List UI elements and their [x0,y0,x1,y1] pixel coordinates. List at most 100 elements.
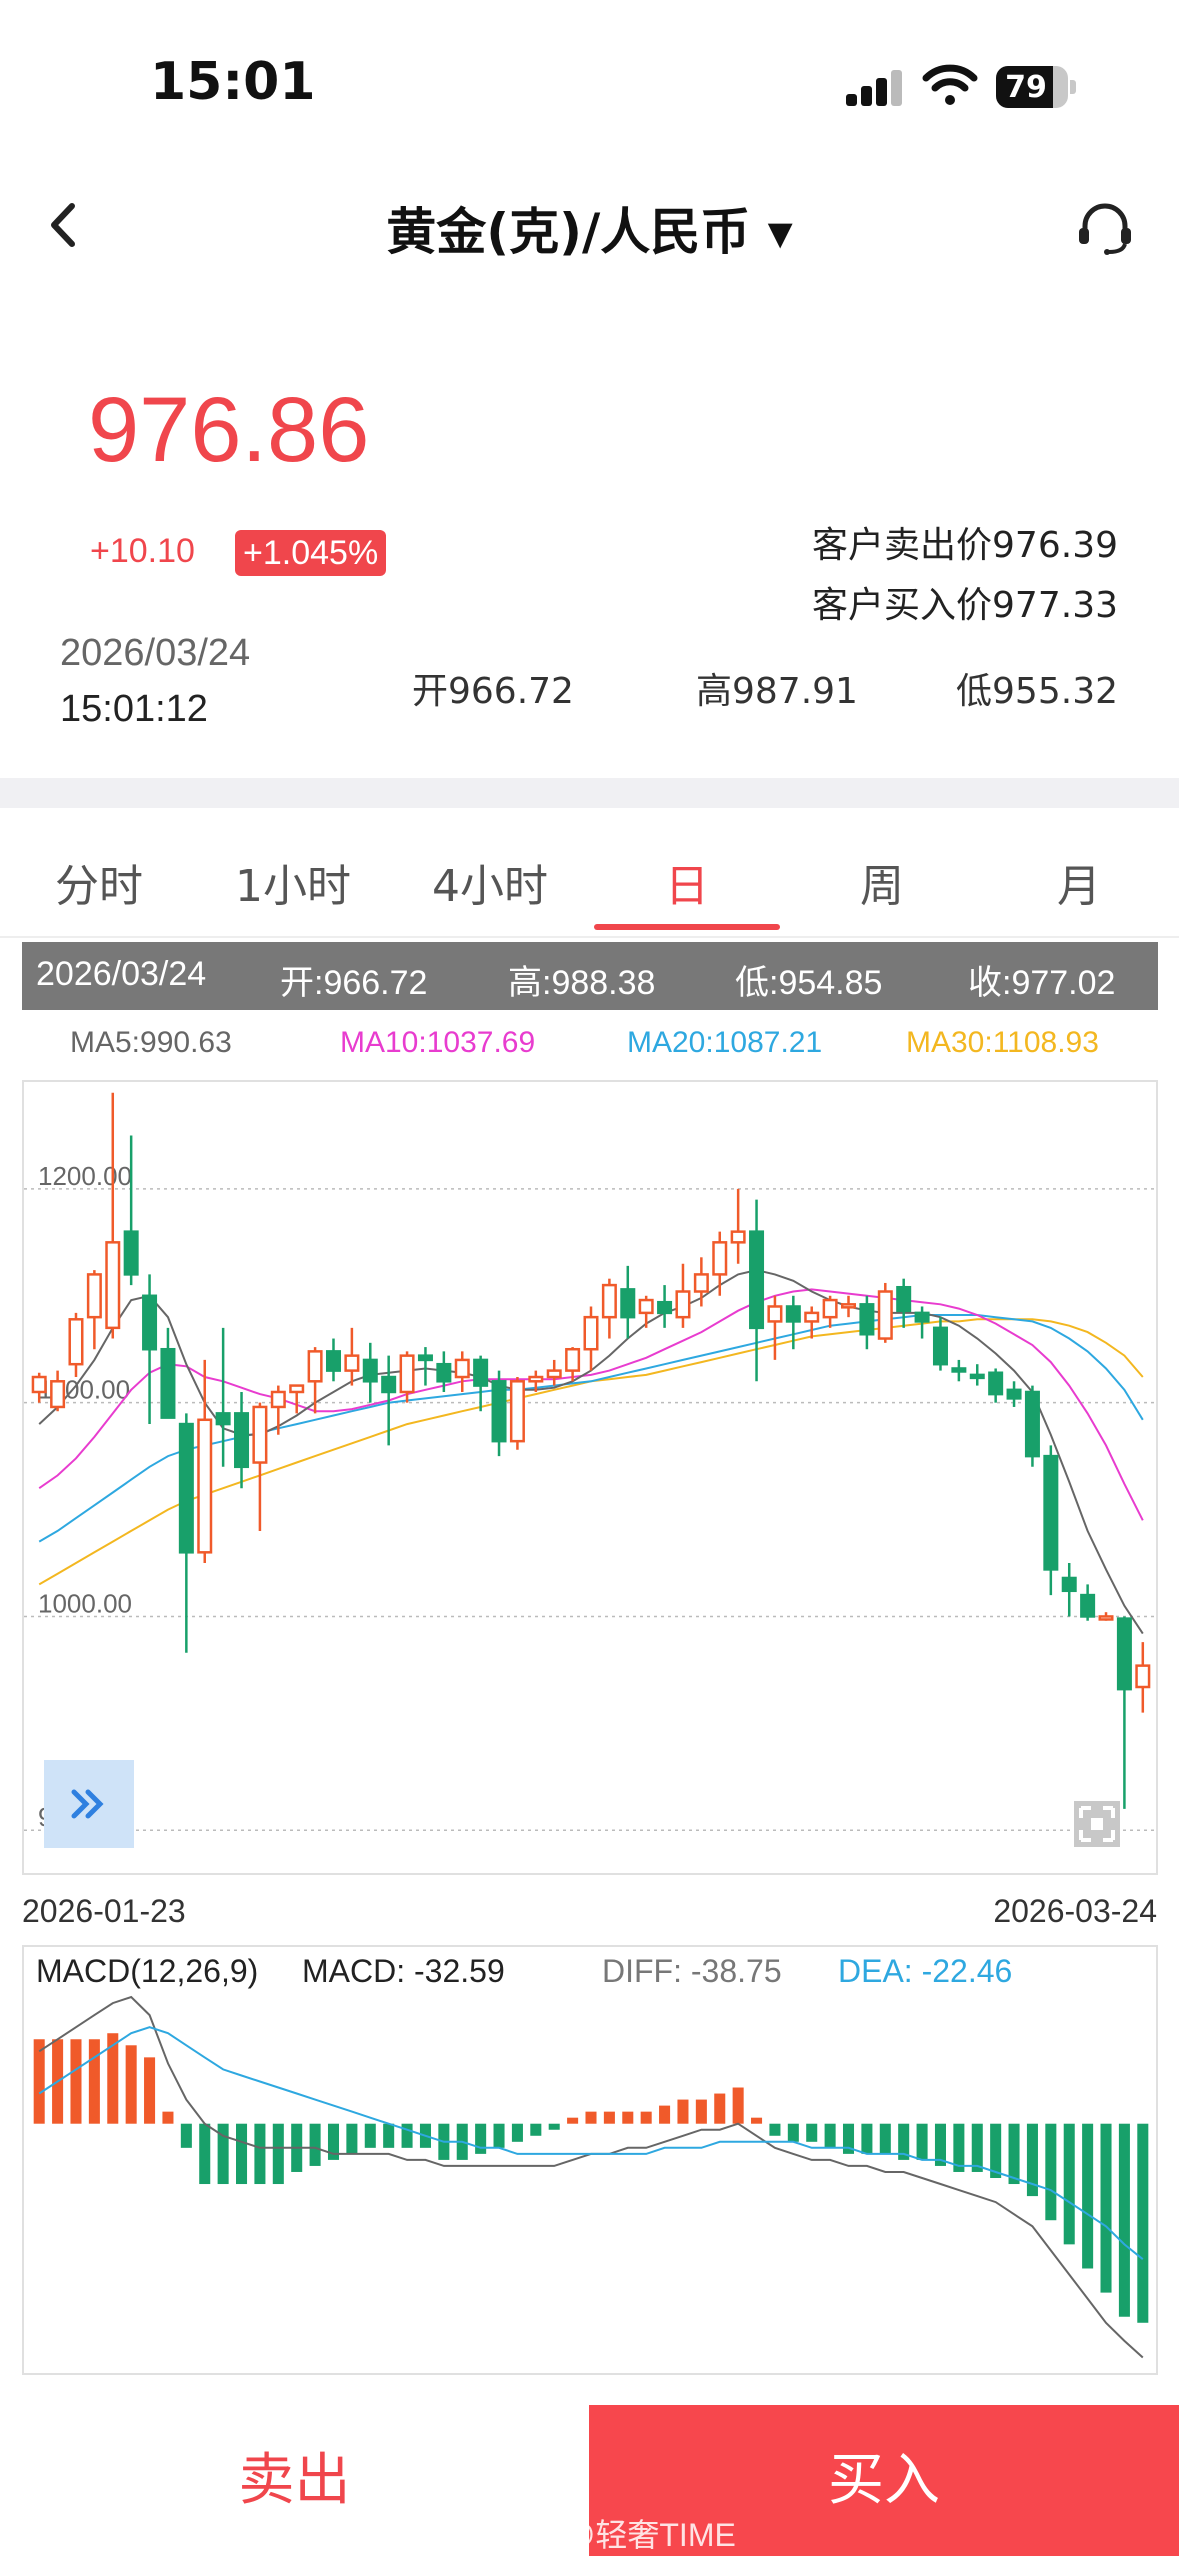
page-title[interactable]: 黄金(克)/人民币 ▾ [0,192,1179,264]
macd-bar-positive [751,2117,763,2124]
tab-1-hour[interactable]: 1小时 [208,850,378,914]
macd-bar-negative [824,2123,836,2148]
macd-bar-negative [254,2123,266,2185]
low-price: 低955.32 [956,671,1118,712]
candle-up [528,1375,544,1383]
macd-bar-negative [199,2123,211,2185]
candlestick-chart-frame[interactable]: 1200.001100.001000.00900.00 [22,1080,1158,1875]
customer-service-headset-icon[interactable] [1075,200,1135,256]
macd-bar-positive [125,2045,137,2124]
macd-bar-positive [714,2093,726,2124]
candle-down [473,1358,489,1387]
tab-bar-border [0,936,1179,938]
candle-up [546,1369,562,1379]
macd-bar-positive [622,2111,634,2124]
candle-up [1098,1615,1114,1621]
macd-bar-negative [383,2123,395,2148]
fullscreen-icon[interactable] [1073,1800,1121,1848]
candle-down [215,1412,231,1426]
candle-down [1080,1593,1096,1618]
candle-down [1061,1576,1077,1593]
y-tick-label: 1200.00 [38,1161,132,1191]
macd-bar-negative [916,2123,928,2160]
info-low: 低:954.85 [735,964,883,1002]
cellular-signal-icon [846,70,906,106]
price-change-percent-badge: +1.045% [235,530,387,576]
candle-down [234,1412,250,1469]
macd-bar-positive [603,2111,615,2124]
high-price: 高987.91 [696,671,858,712]
candle-down [1043,1454,1059,1571]
diff-value: DIFF: -38.75 [602,1953,782,1989]
y-tick-label: 1000.00 [38,1588,132,1618]
candle-down [436,1362,452,1383]
macd-bar-negative [879,2123,891,2154]
ma10-label: MA10:1037.69 [340,1026,536,1059]
macd-bar-negative [1082,2123,1094,2269]
macd-bar-positive [70,2039,82,2124]
section-divider [0,778,1179,808]
candle-up [307,1350,323,1383]
tab-month[interactable]: 月 [994,850,1164,914]
candle-up [454,1358,470,1379]
macd-bar-negative [806,2123,818,2142]
candle-down [914,1311,930,1323]
candle-down [178,1422,194,1554]
macd-bar-negative [1008,2123,1020,2185]
macd-bar-negative [548,2123,560,2130]
candle-down [381,1375,397,1394]
customer-buy-price: 客户买入价977.33 [812,585,1118,626]
macd-chart[interactable] [24,1947,1156,2373]
expand-button[interactable] [44,1760,134,1848]
battery-percent: 79 [1005,70,1047,105]
macd-bar-negative [493,2123,505,2148]
candle-up [50,1380,66,1409]
candle-up [693,1273,709,1293]
macd-bar-positive [677,2099,689,2124]
candlestick-chart[interactable]: 1200.001100.001000.00900.00 [24,1082,1156,1873]
tab-timeshare[interactable]: 分时 [14,850,184,914]
macd-bar-positive [567,2117,579,2124]
candle-up [270,1390,286,1409]
candle-down [160,1347,176,1419]
info-date: 2026/03/24 [36,955,207,993]
candle-up [289,1384,305,1394]
candle-up [399,1354,415,1394]
tab-day[interactable]: 日 [602,850,772,914]
candle-down [859,1303,875,1336]
candle-down [1006,1388,1022,1400]
candle-down [932,1326,948,1366]
macd-params-label: MACD(12,26,9) [36,1953,259,1989]
macd-bar-negative [346,2123,358,2154]
candle-up [877,1290,893,1340]
candle-down [620,1288,636,1319]
macd-bar-negative [769,2123,781,2136]
tab-4-hour[interactable]: 4小时 [405,850,575,914]
macd-bar-negative [1063,2123,1075,2245]
candle-up [638,1298,654,1315]
candle-up [197,1418,213,1554]
candle-down [417,1354,433,1362]
macd-bar-negative [1045,2123,1057,2221]
x-axis-start-date: 2026-01-23 [22,1893,186,1929]
macd-bar-negative [861,2123,873,2154]
candle-up [252,1405,268,1464]
candle-down [749,1230,765,1330]
battery-icon: 79 [996,66,1076,108]
dea-value: DEA: -22.46 [838,1953,1013,1989]
candle-up [767,1305,783,1323]
macd-bar-negative [236,2123,248,2185]
candle-up [344,1354,360,1372]
tab-week[interactable]: 周 [797,850,967,914]
macd-bar-positive [162,2111,174,2124]
candle-up [583,1315,599,1351]
wifi-icon [922,64,978,105]
candle-up [565,1347,581,1372]
macd-chart-frame[interactable] [22,1945,1158,2375]
double-chevron-right-icon [71,1789,104,1819]
active-tab-indicator [594,924,780,930]
macd-bar-negative [401,2123,413,2148]
candle-down [988,1371,1004,1396]
macd-bar-negative [1100,2123,1112,2293]
ma30-label: MA30:1108.93 [906,1026,1099,1059]
